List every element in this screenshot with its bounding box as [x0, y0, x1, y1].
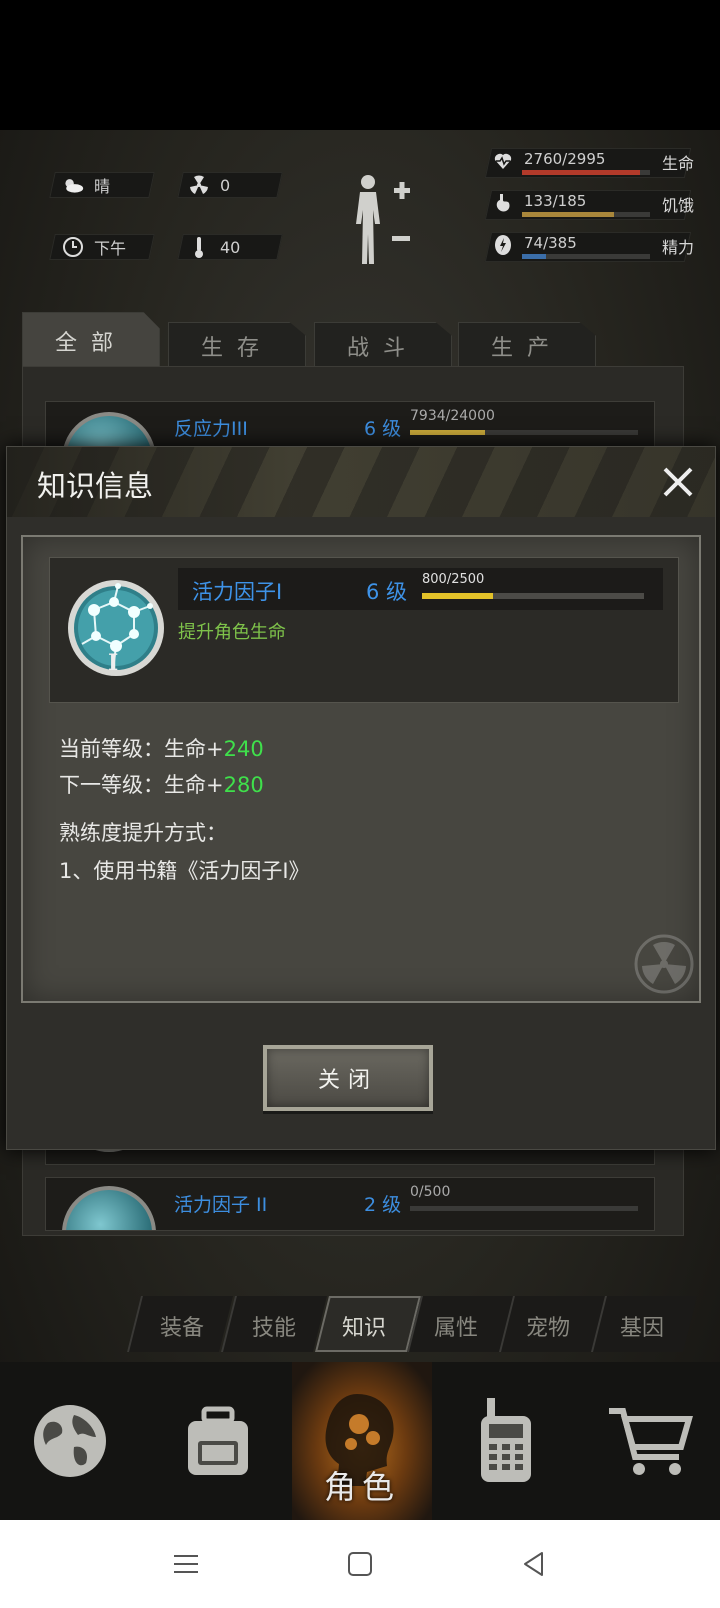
- molecule-icon: [62, 1186, 156, 1230]
- list-item-level: 2 级: [364, 1194, 402, 1216]
- radiation-watermark-icon: [633, 933, 695, 995]
- nav-shop[interactable]: [580, 1362, 720, 1520]
- improve-method-item: 1、使用书籍《活力因子Ⅰ》: [59, 859, 310, 883]
- subnav-equipment[interactable]: 装备: [136, 1310, 228, 1342]
- knowledge-progress-bar: [422, 593, 494, 599]
- hunger-bar: [522, 212, 615, 217]
- system-navigation-bar: [0, 1520, 720, 1608]
- main-navigation: 角色: [0, 1362, 720, 1520]
- next-level-value: 280: [223, 773, 264, 797]
- hunger-label: 饥饿: [662, 196, 695, 215]
- close-button[interactable]: 关闭: [263, 1045, 433, 1111]
- health-bar: [522, 170, 640, 175]
- knowledge-level: 6 级: [366, 580, 408, 604]
- stat-energy: 74/385 精力: [480, 230, 710, 262]
- list-item-name: 反应力III: [174, 418, 248, 440]
- menu-icon[interactable]: [164, 1542, 208, 1586]
- subnav-skills[interactable]: 技能: [228, 1310, 320, 1342]
- stat-health: 2760/2995 生命: [480, 146, 710, 178]
- nav-character-label: 角色: [323, 1468, 400, 1506]
- list-item[interactable]: 活力因子 II 2 级 0/500: [45, 1177, 655, 1231]
- tab-combat[interactable]: 战斗: [314, 322, 452, 368]
- current-level-line: 当前等级：生命+240: [59, 737, 264, 761]
- hunger-value: 133/185: [524, 192, 587, 210]
- health-label: 生命: [662, 154, 695, 173]
- shopping-cart-icon: [609, 1408, 693, 1475]
- back-icon[interactable]: [512, 1542, 556, 1586]
- energy-bar: [522, 254, 547, 259]
- current-level-value: 240: [223, 737, 264, 761]
- category-tabs: 全部 生存 战斗 生产: [22, 312, 682, 368]
- subnav-genes[interactable]: 基因: [596, 1310, 688, 1342]
- health-value: 2760/2995: [524, 150, 606, 168]
- list-item-progress-bar: [410, 430, 486, 435]
- list-item-level: 6 级: [364, 418, 402, 440]
- weather-text: 晴: [94, 177, 111, 196]
- energy-value: 74/385: [524, 234, 577, 252]
- improve-method-title: 熟练度提升方式：: [59, 821, 227, 845]
- subnav-attributes[interactable]: 属性: [410, 1310, 502, 1342]
- energy-icon: [492, 234, 514, 256]
- knowledge-info-dialog: 知识信息 I 活力因子Ⅰ 6 级 800/2500 提升角色生命 当前等级：生命…: [6, 446, 716, 1150]
- nav-character[interactable]: 角色: [292, 1362, 432, 1520]
- knowledge-progress: 800/2500: [422, 572, 485, 587]
- temperature-value: 40: [220, 237, 241, 257]
- backpack-icon: [188, 1406, 248, 1475]
- list-item-progress: 0/500: [410, 1184, 451, 1200]
- svg-text:I: I: [108, 650, 118, 676]
- nav-radio[interactable]: [436, 1362, 576, 1520]
- knowledge-description: 提升角色生命: [178, 622, 286, 643]
- stat-hunger: 133/185 饥饿: [480, 188, 710, 220]
- tab-production[interactable]: 生产: [458, 322, 596, 368]
- walkie-talkie-icon: [481, 1398, 531, 1482]
- subnav-knowledge[interactable]: 知识: [318, 1310, 410, 1342]
- knowledge-name: 活力因子Ⅰ: [192, 580, 283, 604]
- molecule-icon: I: [64, 570, 168, 686]
- heart-icon: [492, 150, 514, 172]
- knowledge-card: I 活力因子Ⅰ 6 级 800/2500 提升角色生命: [49, 557, 679, 703]
- card-header: 活力因子Ⅰ 6 级 800/2500: [178, 568, 663, 610]
- nav-world[interactable]: [0, 1362, 140, 1520]
- close-icon[interactable]: [657, 461, 699, 503]
- clock-icon: [62, 236, 84, 258]
- sub-navigation: 装备 技能 知识 属性 宠物 基因: [127, 1296, 710, 1352]
- body-figure-icon[interactable]: [350, 172, 420, 272]
- nav-inventory[interactable]: [148, 1362, 288, 1520]
- radiation-value: 0: [220, 175, 231, 195]
- cloud-sun-icon: [62, 174, 84, 196]
- energy-label: 精力: [662, 238, 695, 257]
- thermometer-icon: [188, 236, 210, 258]
- list-item-name: 活力因子 II: [174, 1194, 268, 1216]
- stomach-icon: [492, 192, 514, 214]
- next-level-line: 下一等级：生命+280: [59, 773, 264, 797]
- home-icon[interactable]: [338, 1542, 382, 1586]
- radiation-icon: [188, 174, 210, 196]
- subnav-pets[interactable]: 宠物: [502, 1310, 594, 1342]
- globe-icon: [34, 1405, 106, 1477]
- tab-survival[interactable]: 生存: [168, 322, 306, 368]
- tab-all[interactable]: 全部: [22, 312, 160, 368]
- dialog-body: I 活力因子Ⅰ 6 级 800/2500 提升角色生命 当前等级：生命+240 …: [21, 535, 701, 1003]
- dialog-title: 知识信息: [37, 469, 154, 503]
- dialog-header: 知识信息: [7, 447, 715, 517]
- list-item-progress: 7934/24000: [410, 408, 495, 424]
- time-text: 下午: [94, 239, 127, 258]
